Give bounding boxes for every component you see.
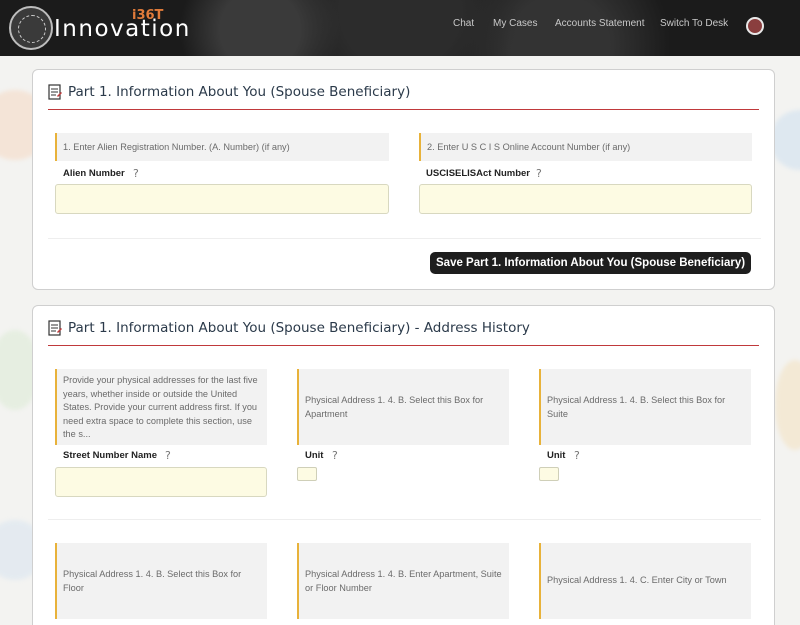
help-question-icon[interactable]: ? <box>330 449 341 460</box>
divider <box>48 519 761 520</box>
section-information-about-you: Part 1. Information About You (Spouse Be… <box>32 69 775 290</box>
alien-number-input[interactable] <box>55 184 389 214</box>
section-title: Part 1. Information About You (Spouse Be… <box>68 320 530 336</box>
suite-unit-label: Unit <box>547 450 566 461</box>
svg-text:?: ? <box>133 167 139 178</box>
nav-my-cases[interactable]: My Cases <box>493 18 537 29</box>
help-question-icon[interactable]: ? <box>534 167 545 178</box>
section-header: Part 1. Information About You (Spouse Be… <box>48 82 759 110</box>
document-icon <box>48 320 62 336</box>
help-question-icon[interactable]: ? <box>572 449 583 460</box>
uscis-account-input[interactable] <box>419 184 752 214</box>
nav-switch-to-desk[interactable]: Switch To Desk <box>660 18 728 29</box>
floor-hint: Physical Address 1. 4. B. Select this Bo… <box>55 543 267 619</box>
divider <box>48 238 761 239</box>
section-address-history: Part 1. Information About You (Spouse Be… <box>32 305 775 625</box>
svg-text:?: ? <box>536 167 542 178</box>
uscis-account-hint: 2. Enter U S C I S Online Account Number… <box>419 133 752 161</box>
nav-accounts-statement[interactable]: Accounts Statement <box>555 18 645 29</box>
suite-hint: Physical Address 1. 4. B. Select this Bo… <box>539 369 751 445</box>
help-question-icon[interactable]: ? <box>163 449 174 460</box>
document-icon <box>48 84 62 100</box>
save-section-button[interactable]: Save Part 1. Information About You (Spou… <box>430 252 752 274</box>
street-number-name-label: Street Number Name <box>63 450 157 461</box>
logo-superscript: i36T <box>132 8 164 23</box>
help-question-icon[interactable]: ? <box>131 167 142 178</box>
street-number-name-input[interactable] <box>55 467 267 497</box>
apartment-checkbox[interactable] <box>297 467 317 481</box>
section-header: Part 1. Information About You (Spouse Be… <box>48 318 759 346</box>
svg-text:?: ? <box>165 449 171 460</box>
svg-text:?: ? <box>332 449 338 460</box>
seal-logo-icon <box>9 6 53 50</box>
nav-chat[interactable]: Chat <box>453 18 474 29</box>
logo-text: Innovation <box>54 16 191 42</box>
background-decoration <box>775 360 800 450</box>
alien-number-hint: 1. Enter Alien Registration Number. (A. … <box>55 133 389 161</box>
section-title: Part 1. Information About You (Spouse Be… <box>68 84 411 100</box>
svg-text:?: ? <box>574 449 580 460</box>
alien-number-label: Alien Number <box>63 168 125 179</box>
apartment-unit-label: Unit <box>305 450 324 461</box>
apartment-hint: Physical Address 1. 4. B. Select this Bo… <box>297 369 509 445</box>
uscis-account-label: USCISELISAct Number <box>426 168 530 179</box>
city-town-hint: Physical Address 1. 4. C. Enter City or … <box>539 543 751 619</box>
apartment-number-hint: Physical Address 1. 4. B. Enter Apartmen… <box>297 543 509 619</box>
street-hint: Provide your physical addresses for the … <box>55 369 267 445</box>
top-navigation-bar: Innovation i36T Chat My Cases Accounts S… <box>0 0 800 56</box>
suite-checkbox[interactable] <box>539 467 559 481</box>
user-avatar[interactable] <box>746 17 764 35</box>
